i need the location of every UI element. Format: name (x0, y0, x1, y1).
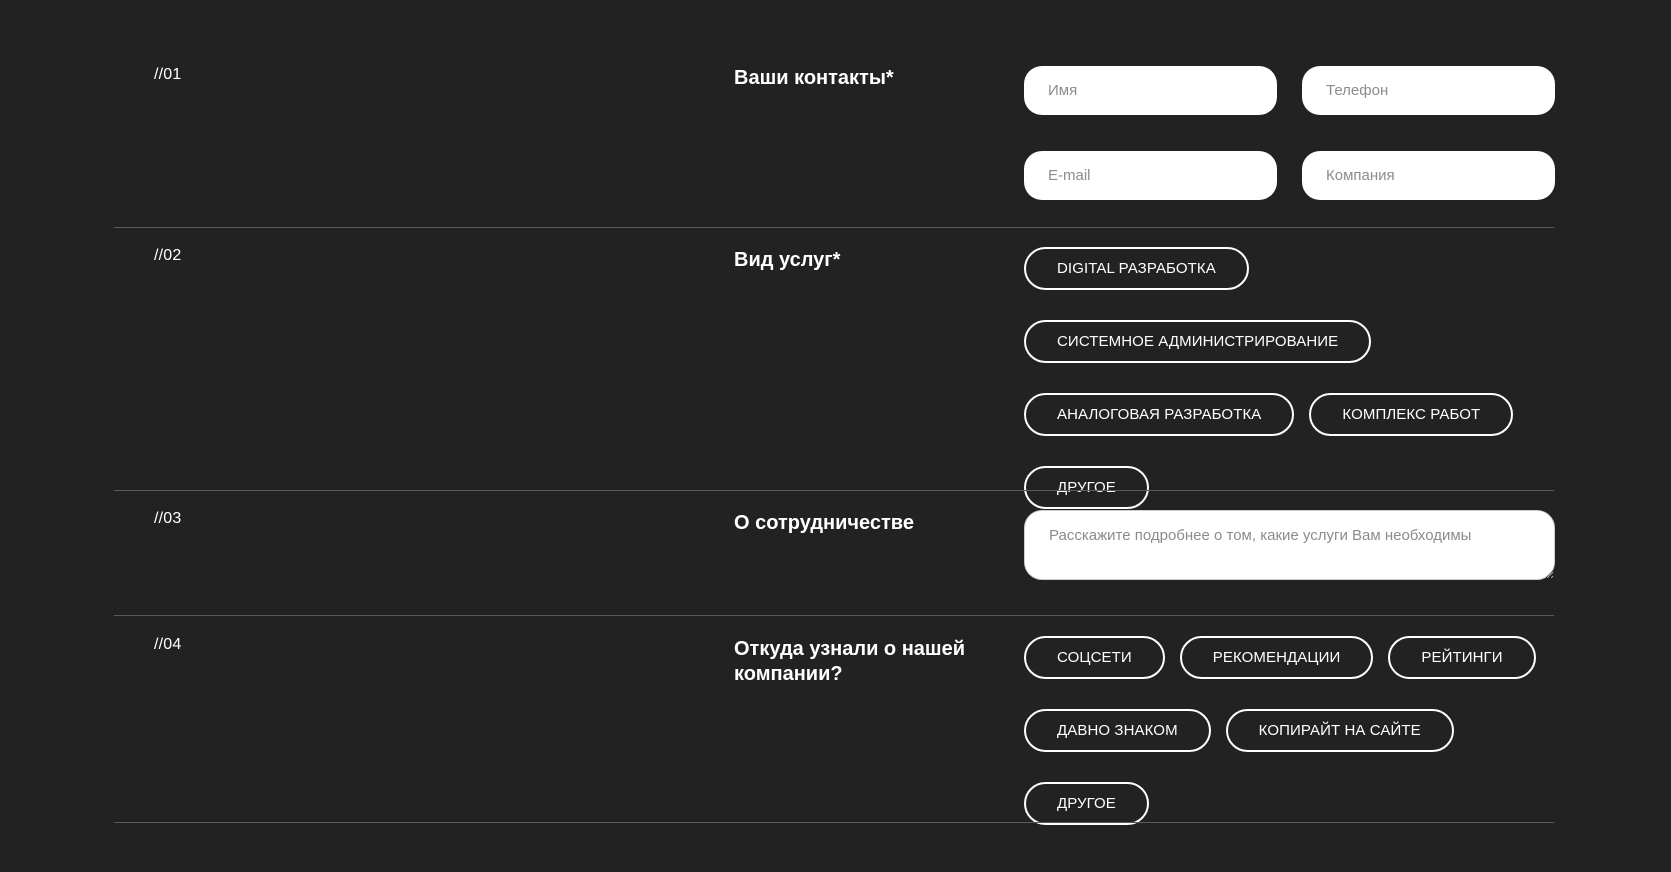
source-option-ratings[interactable]: РЕЙТИНГИ (1388, 636, 1536, 679)
section-title-contacts: Ваши контакты* (734, 67, 894, 89)
service-option-complex[interactable]: КОМПЛЕКС РАБОТ (1309, 393, 1514, 436)
service-option-sysadmin[interactable]: СИСТЕМНОЕ АДМИНИСТРИРОВАНИЕ (1024, 320, 1372, 363)
source-option-copyright[interactable]: КОПИРАЙТ НА САЙТЕ (1225, 709, 1454, 752)
service-option-other[interactable]: ДРУГОЕ (1024, 466, 1149, 509)
service-option-analog[interactable]: АНАЛОГОВАЯ РАЗРАБОТКА (1024, 393, 1295, 436)
source-option-other[interactable]: ДРУГОЕ (1024, 782, 1149, 825)
contacts-fields (1024, 66, 1555, 200)
section-divider (114, 615, 1554, 616)
section-title-services: Вид услуг* (734, 249, 841, 271)
phone-input[interactable] (1302, 66, 1555, 115)
section-divider (114, 490, 1554, 491)
source-option-recommendations[interactable]: РЕКОМЕНДАЦИИ (1179, 636, 1374, 679)
source-option-long-known[interactable]: ДАВНО ЗНАКОМ (1024, 709, 1211, 752)
cooperation-field (1024, 510, 1555, 585)
section-title-source: Откуда узнали о нашей компании? (734, 638, 965, 685)
service-option-digital[interactable]: DIGITAL РАЗРАБОТКА (1024, 247, 1249, 290)
section-title-cooperation: О сотрудничестве (734, 512, 914, 534)
cooperation-textarea[interactable] (1024, 510, 1555, 580)
services-options: DIGITAL РАЗРАБОТКА СИСТЕМНОЕ АДМИНИСТРИР… (1024, 247, 1554, 509)
name-input[interactable] (1024, 66, 1277, 115)
source-option-social[interactable]: СОЦСЕТИ (1024, 636, 1165, 679)
email-input[interactable] (1024, 151, 1277, 200)
company-input[interactable] (1302, 151, 1555, 200)
source-options: СОЦСЕТИ РЕКОМЕНДАЦИИ РЕЙТИНГИ ДАВНО ЗНАК… (1024, 636, 1554, 825)
section-number: //01 (154, 66, 182, 83)
section-divider (114, 822, 1554, 823)
section-number: //02 (154, 247, 182, 264)
section-number: //03 (154, 510, 182, 527)
section-number: //04 (154, 636, 182, 653)
section-divider (114, 227, 1554, 228)
